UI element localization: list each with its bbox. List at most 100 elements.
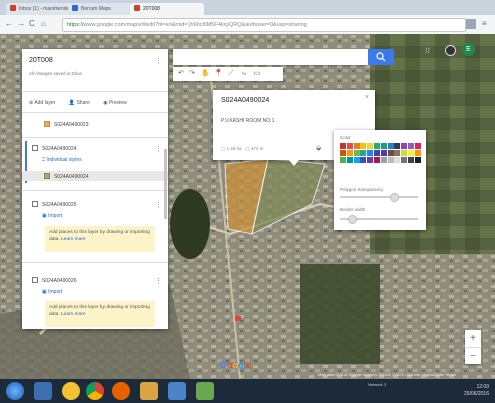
divider (22, 137, 168, 138)
color-swatch[interactable] (353, 143, 360, 149)
color-swatch[interactable] (346, 157, 353, 163)
menu-icon[interactable]: ≡ (482, 19, 487, 28)
add-layer-button[interactable]: ⊕ Add layer (29, 100, 61, 106)
color-swatch[interactable] (401, 143, 408, 149)
color-swatch[interactable] (380, 157, 387, 163)
color-swatch[interactable] (346, 150, 353, 156)
layer-checkbox[interactable] (32, 277, 38, 283)
zoom-out-button[interactable]: − (465, 347, 481, 365)
undo-icon[interactable]: ↶ (177, 70, 185, 78)
paint-bucket-icon[interactable]: ⬙ (316, 144, 321, 152)
app-icon[interactable] (196, 382, 214, 400)
color-swatch[interactable] (367, 143, 374, 149)
layer-options-icon[interactable]: ⋮ (155, 277, 162, 285)
list-item[interactable]: S024A0490023 (44, 121, 190, 128)
feature-description: P.V.KASHI ROOM NO.1 (221, 118, 275, 124)
layer-checkbox[interactable] (32, 145, 38, 151)
zoom-in-button[interactable]: + (465, 330, 481, 347)
firefox-icon[interactable] (112, 382, 130, 400)
color-swatch[interactable] (408, 157, 414, 163)
home-icon[interactable]: ⌂ (41, 19, 46, 28)
slider-knob[interactable] (348, 215, 357, 224)
color-swatch[interactable] (387, 150, 394, 156)
color-swatch[interactable] (401, 157, 408, 163)
empty-layer-hint: Add places to this layer by drawing or i… (45, 226, 155, 252)
color-swatch[interactable] (394, 157, 401, 163)
color-swatch[interactable] (401, 150, 408, 156)
save-status: All changes saved in Drive (29, 71, 83, 76)
color-swatch[interactable] (380, 143, 387, 149)
folder-icon[interactable] (140, 382, 158, 400)
slider-knob[interactable] (390, 193, 399, 202)
list-item[interactable]: S024A0490024 (44, 173, 190, 180)
color-swatch[interactable] (414, 150, 421, 156)
color-swatch[interactable] (367, 150, 374, 156)
color-swatch[interactable] (360, 157, 367, 163)
polygon-icon (44, 121, 50, 127)
tab-berrum-maps[interactable]: Berrum Maps (68, 3, 134, 15)
info-window-pointer (289, 160, 299, 166)
color-swatch[interactable] (346, 143, 353, 149)
start-button-icon[interactable] (6, 382, 24, 400)
browser-toolbar: ← → C ⌂ https://www.google.com/maps/d/ed… (0, 15, 495, 35)
color-swatch[interactable] (374, 157, 380, 163)
ruler-icon[interactable]: ▭ (253, 70, 261, 78)
color-swatch[interactable] (353, 150, 360, 156)
learn-more-link[interactable]: Learn more (61, 312, 86, 317)
hand-icon[interactable]: ✋ (201, 70, 210, 78)
redo-icon[interactable]: ↷ (188, 70, 196, 78)
close-icon[interactable]: × (365, 94, 369, 101)
panel-scrollbar[interactable] (164, 149, 167, 219)
color-swatch[interactable] (414, 157, 421, 163)
map-options-icon[interactable]: ⋮ (155, 57, 162, 65)
layer-checkbox[interactable] (32, 201, 38, 207)
map-title[interactable]: 20T008 (29, 57, 53, 64)
color-swatch[interactable] (340, 143, 346, 149)
color-swatch[interactable] (408, 143, 414, 149)
transparency-slider[interactable] (340, 193, 418, 202)
border-width-slider[interactable] (340, 215, 418, 224)
explorer-icon[interactable] (62, 382, 80, 400)
avatar[interactable]: E (462, 43, 475, 56)
color-swatch[interactable] (394, 143, 401, 149)
color-swatch[interactable] (387, 157, 394, 163)
tab-inbox[interactable]: Inbox (1) - manimender (6, 3, 72, 15)
share-button[interactable]: 👤 Share (69, 100, 96, 106)
reload-icon[interactable]: C (29, 19, 35, 28)
color-swatch[interactable] (374, 143, 380, 149)
back-arrow-icon[interactable]: ← (5, 19, 13, 28)
learn-more-link[interactable]: Learn more (61, 237, 86, 242)
color-swatch[interactable] (340, 150, 346, 156)
import-link[interactable]: ▣ Import (42, 289, 188, 295)
app-icon[interactable] (168, 382, 186, 400)
notifications-icon[interactable] (445, 45, 456, 56)
preview-button[interactable]: ◉ Preview (103, 100, 133, 106)
color-swatch[interactable] (408, 150, 414, 156)
color-swatch[interactable] (374, 150, 380, 156)
address-bar[interactable]: https://www.google.com/maps/d/edit?hl=en… (62, 18, 466, 32)
apps-grid-icon[interactable]: ⁝⁝ (425, 46, 430, 55)
color-swatch[interactable] (394, 150, 401, 156)
draw-line-icon[interactable]: ⟋ (227, 70, 235, 78)
add-marker-icon[interactable]: 📍 (214, 70, 223, 78)
system-clock[interactable]: 12:09 25/06/2016 (464, 384, 489, 398)
color-swatch[interactable] (353, 157, 360, 163)
layer-options-icon[interactable]: ⋮ (155, 145, 162, 153)
chrome-icon[interactable] (86, 382, 104, 400)
color-swatch[interactable] (414, 143, 421, 149)
map-search-input[interactable] (173, 49, 368, 65)
search-icon (376, 52, 386, 62)
color-swatch[interactable] (340, 157, 346, 163)
search-button[interactable] (368, 49, 394, 65)
color-swatch[interactable] (360, 150, 367, 156)
extension-icon[interactable] (466, 19, 476, 29)
directions-icon[interactable]: ⤷ (240, 70, 248, 78)
color-swatch[interactable] (387, 143, 394, 149)
forward-arrow-icon[interactable]: → (17, 19, 25, 28)
color-swatch[interactable] (367, 157, 374, 163)
color-swatch[interactable] (380, 150, 387, 156)
tab-20t008[interactable]: 20T008 (130, 3, 204, 15)
ie-icon[interactable] (34, 382, 52, 400)
color-swatch[interactable] (360, 143, 367, 149)
layer-options-icon[interactable]: ⋮ (155, 201, 162, 209)
